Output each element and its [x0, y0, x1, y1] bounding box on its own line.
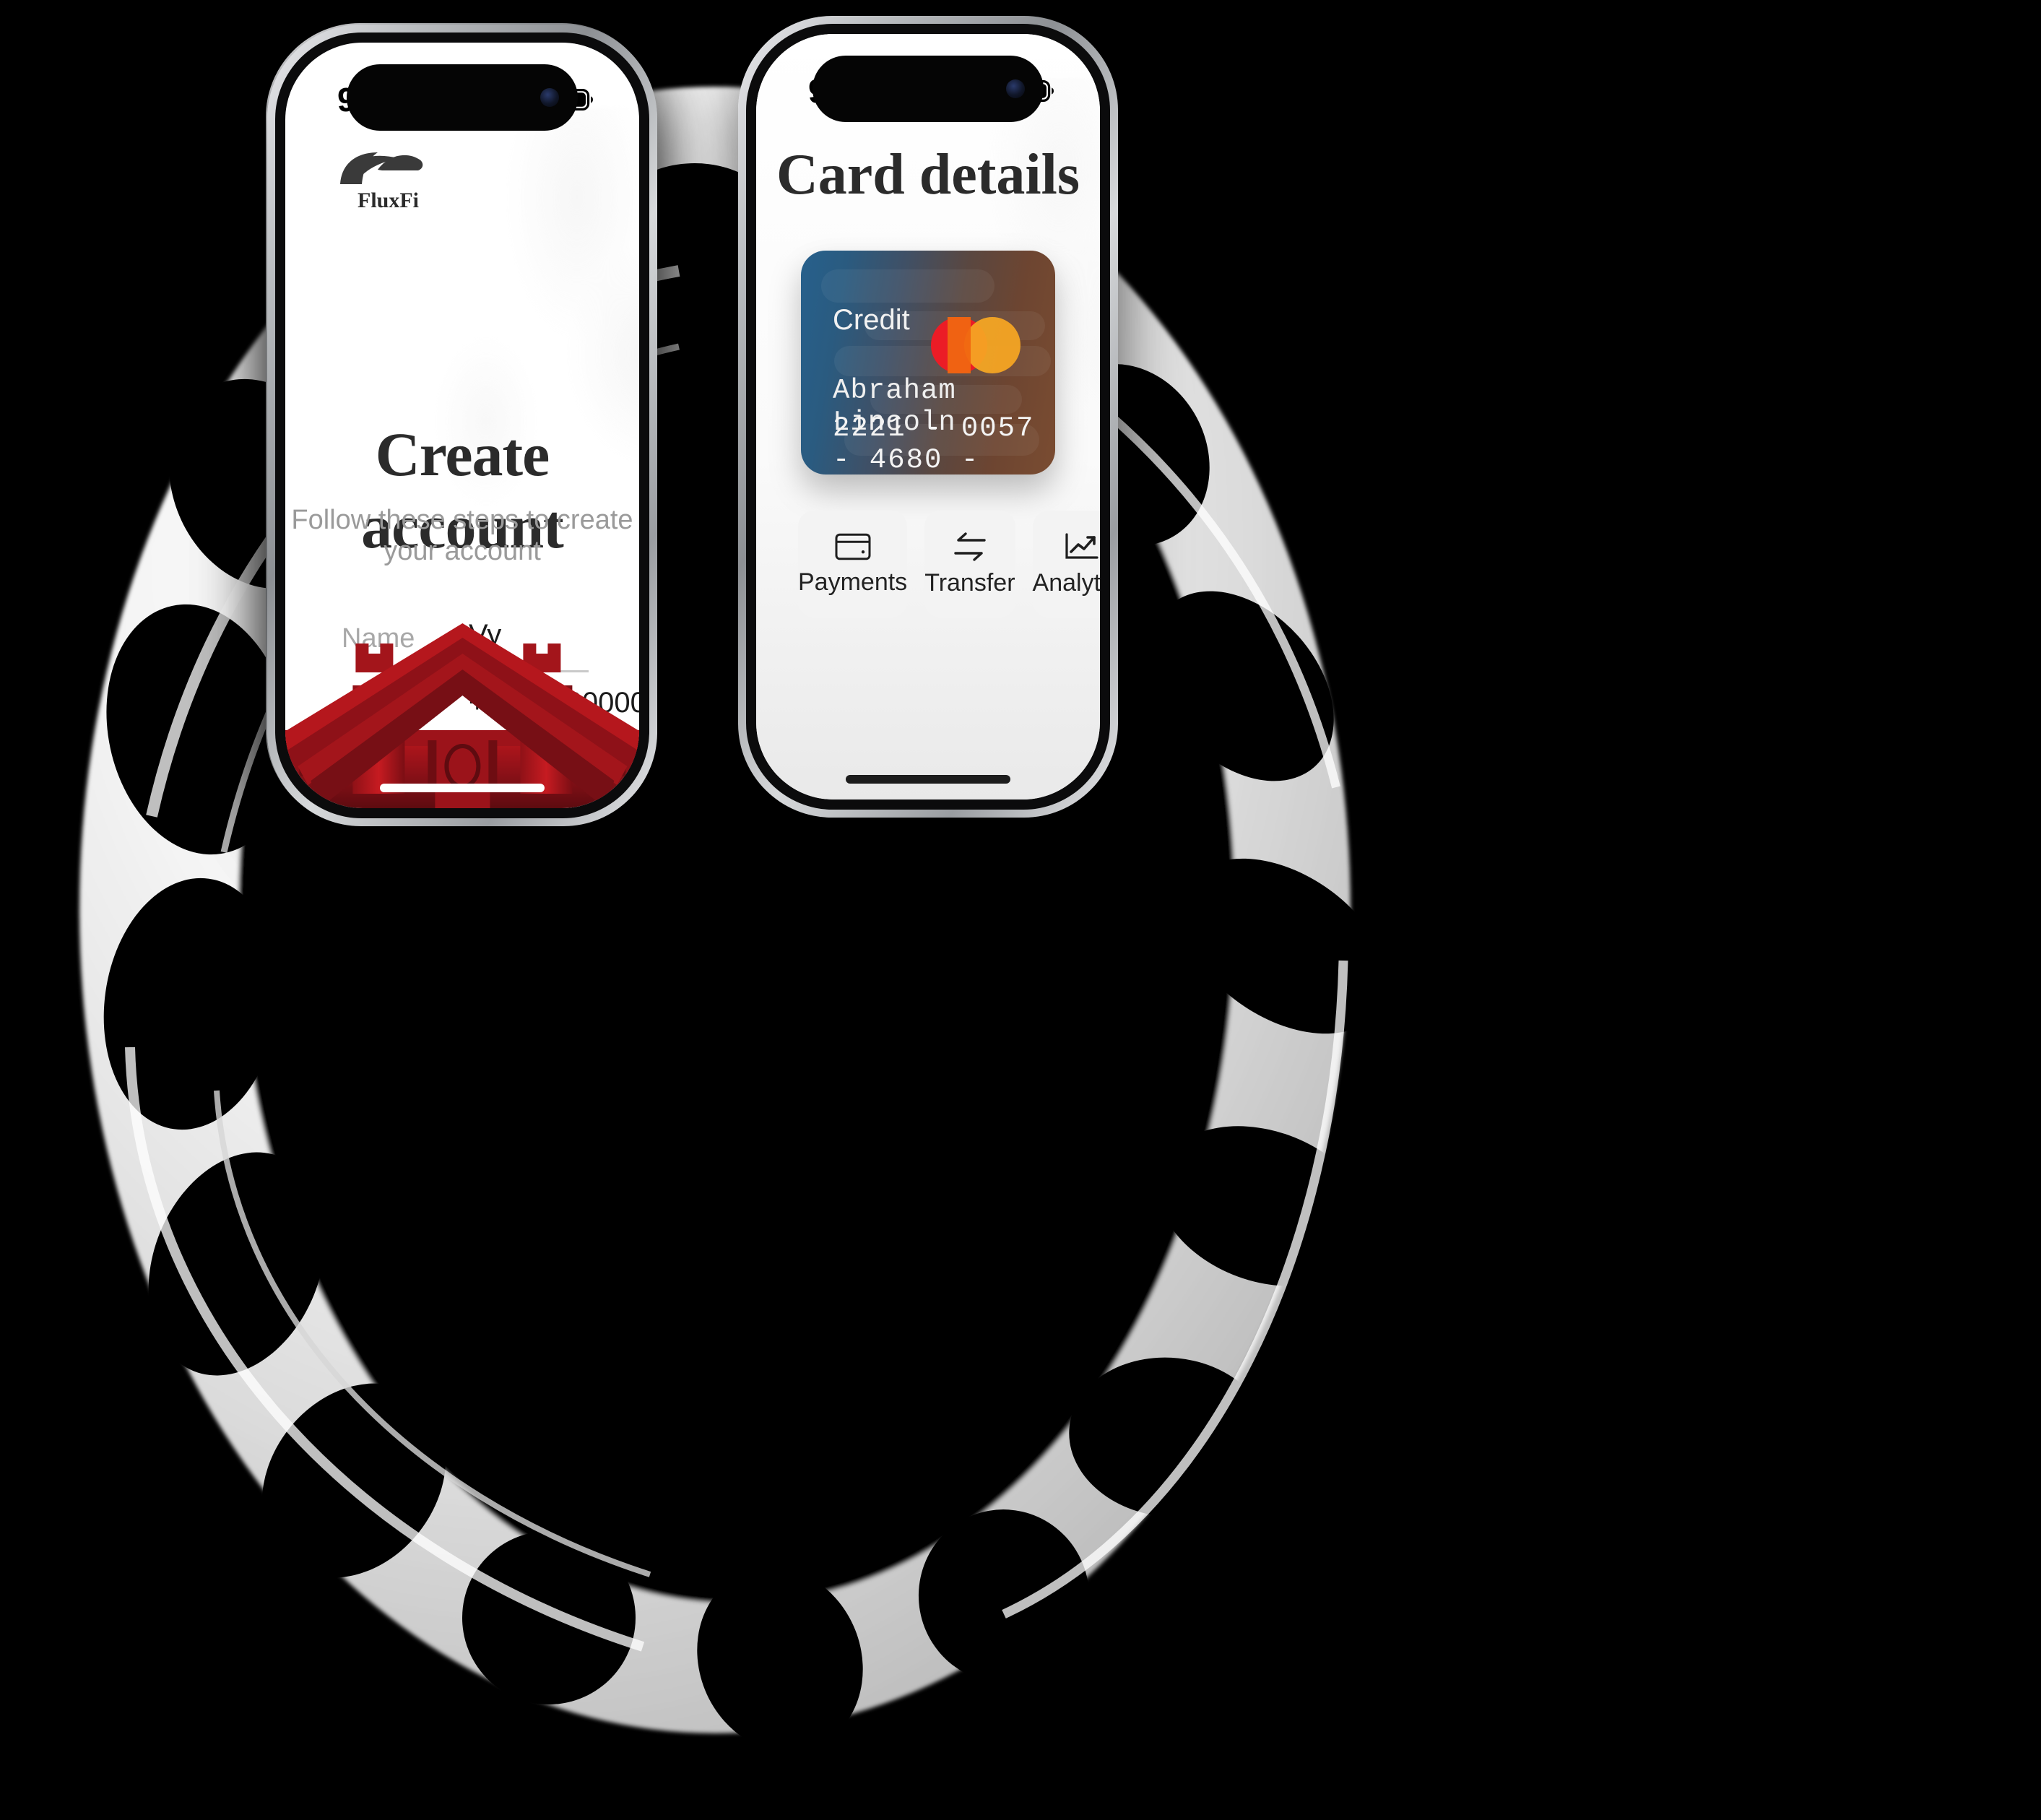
page-subtitle: Follow these steps to create your accoun…: [291, 505, 633, 566]
fluxfi-wordmark: FluxFi: [358, 188, 420, 212]
quick-actions: Payments Transfer Analyt: [798, 511, 1100, 618]
action-analytics[interactable]: Analytics: [1032, 511, 1100, 618]
credit-card[interactable]: Credit Abraham Lincoln 2221 - 0057 - 468…: [801, 251, 1055, 474]
action-analytics-label: Analytics: [1032, 568, 1100, 597]
card-pattern-bar: [821, 269, 994, 303]
credit-card-icon: [835, 533, 871, 560]
mastercard-icon: [931, 317, 1020, 373]
home-indicator: [846, 775, 1010, 784]
action-transfer-label: Transfer: [924, 568, 1015, 597]
action-payments-label: Payments: [798, 568, 908, 596]
action-payments[interactable]: Payments: [798, 511, 908, 618]
transfer-arrows-icon: [954, 532, 986, 561]
card-type-label: Credit: [833, 304, 910, 336]
left-screen: 9:41: [285, 43, 639, 808]
dynamic-island: [812, 56, 1044, 122]
front-camera-icon: [540, 88, 559, 107]
building-svg: [285, 623, 639, 808]
phone-right-device: 9:41: [738, 16, 1118, 818]
fluxfi-swoosh-icon: [340, 152, 423, 184]
front-camera-icon: [1006, 79, 1025, 98]
right-screen: 9:41: [756, 34, 1100, 800]
building-illustration: [285, 599, 639, 808]
screenshot-canvas: 9:41: [0, 0, 2041, 1820]
dynamic-island: [347, 64, 578, 131]
action-transfer[interactable]: Transfer: [924, 511, 1015, 618]
page-title-card-details: Card details: [776, 143, 1080, 207]
card-number: 2221 - 0057 - 4680 - 2089: [833, 412, 1035, 474]
fluxfi-logo: FluxFi: [337, 144, 431, 220]
line-chart-icon: [1065, 532, 1098, 559]
home-indicator: [380, 784, 545, 792]
phone-left-device: 9:41: [267, 25, 657, 826]
